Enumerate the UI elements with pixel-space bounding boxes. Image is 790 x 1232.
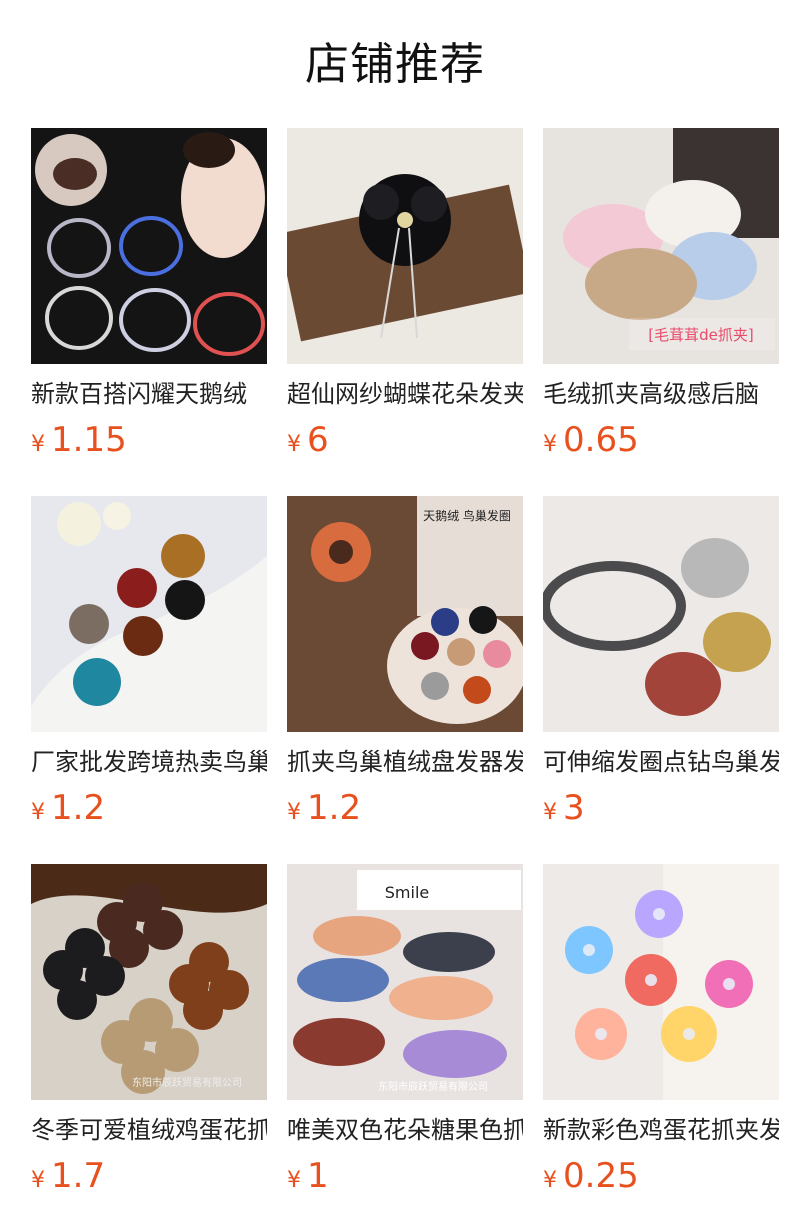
watermark: 东阳市辰跃贸易有限公司 bbox=[378, 1080, 488, 1093]
product-name[interactable]: 可伸缩发圈点钻鸟巢发 bbox=[543, 742, 779, 782]
product-name[interactable]: 新款彩色鸡蛋花抓夹发 bbox=[543, 1110, 779, 1150]
product-photo bbox=[31, 496, 267, 732]
box-brand-text: Smile bbox=[385, 883, 429, 902]
product-card[interactable]: 新款彩色鸡蛋花抓夹发 ¥0.25 bbox=[543, 864, 779, 1196]
product-photo: 天鹅绒 鸟巢发圈 bbox=[287, 496, 523, 732]
product-image[interactable] bbox=[287, 128, 523, 364]
currency-symbol: ¥ bbox=[31, 432, 45, 457]
product-image[interactable] bbox=[543, 864, 779, 1100]
currency-symbol: ¥ bbox=[287, 800, 301, 825]
price-value: 1 bbox=[307, 1156, 329, 1196]
product-image[interactable]: [毛茸茸de抓夹] bbox=[543, 128, 779, 364]
currency-symbol: ¥ bbox=[543, 1168, 557, 1193]
product-card[interactable]: 厂家批发跨境热卖鸟巢 ¥1.2 bbox=[31, 496, 267, 828]
product-name[interactable]: 毛绒抓夹高级感后脑 bbox=[543, 374, 779, 414]
product-name[interactable]: 新款百搭闪耀天鹅绒 bbox=[31, 374, 267, 414]
price-value: 1.15 bbox=[51, 420, 127, 460]
price-value: 0.25 bbox=[563, 1156, 639, 1196]
product-card[interactable]: 新款百搭闪耀天鹅绒 ¥1.15 bbox=[31, 128, 267, 460]
product-image[interactable] bbox=[31, 496, 267, 732]
price-value: 1.2 bbox=[307, 788, 362, 828]
product-card[interactable]: 东阳市辰跃贸易有限公司 冬季可爱植绒鸡蛋花抓 ¥1.7 bbox=[31, 864, 267, 1196]
product-price: ¥1 bbox=[287, 1154, 523, 1198]
product-image[interactable] bbox=[543, 496, 779, 732]
product-image[interactable]: Smile 东阳市辰跃贸易有限公司 bbox=[287, 864, 523, 1100]
product-photo bbox=[543, 864, 779, 1100]
product-name[interactable]: 抓夹鸟巢植绒盘发器发 bbox=[287, 742, 523, 782]
product-price: ¥1.2 bbox=[31, 786, 267, 830]
product-photo bbox=[287, 128, 523, 364]
image-caption: [毛茸茸de抓夹] bbox=[648, 326, 753, 344]
product-name[interactable]: 厂家批发跨境热卖鸟巢 bbox=[31, 742, 267, 782]
product-image[interactable] bbox=[31, 128, 267, 364]
price-value: 3 bbox=[563, 788, 585, 828]
product-price: ¥1.15 bbox=[31, 418, 267, 462]
product-photo: Smile 东阳市辰跃贸易有限公司 bbox=[287, 864, 523, 1100]
product-grid: 新款百搭闪耀天鹅绒 ¥1.15 超仙网纱蝴蝶花朵发夹 ¥6 [毛茸茸de抓夹] … bbox=[0, 0, 790, 1232]
product-card[interactable]: [毛茸茸de抓夹] 毛绒抓夹高级感后脑 ¥0.65 bbox=[543, 128, 779, 460]
product-name[interactable]: 超仙网纱蝴蝶花朵发夹 bbox=[287, 374, 523, 414]
price-value: 6 bbox=[307, 420, 329, 460]
product-photo bbox=[543, 496, 779, 732]
product-card[interactable]: 天鹅绒 鸟巢发圈 抓夹鸟巢植绒盘发器发 ¥1.2 bbox=[287, 496, 523, 828]
product-photo: 东阳市辰跃贸易有限公司 bbox=[31, 864, 267, 1100]
product-card[interactable]: 超仙网纱蝴蝶花朵发夹 ¥6 bbox=[287, 128, 523, 460]
product-image[interactable]: 天鹅绒 鸟巢发圈 bbox=[287, 496, 523, 732]
price-value: 1.2 bbox=[51, 788, 106, 828]
product-card[interactable]: Smile 东阳市辰跃贸易有限公司 唯美双色花朵糖果色抓 ¥1 bbox=[287, 864, 523, 1196]
product-card[interactable]: 可伸缩发圈点钻鸟巢发 ¥3 bbox=[543, 496, 779, 828]
currency-symbol: ¥ bbox=[543, 432, 557, 457]
currency-symbol: ¥ bbox=[287, 432, 301, 457]
product-price: ¥0.25 bbox=[543, 1154, 779, 1198]
product-name[interactable]: 唯美双色花朵糖果色抓 bbox=[287, 1110, 523, 1150]
product-price: ¥3 bbox=[543, 786, 779, 830]
product-price: ¥1.7 bbox=[31, 1154, 267, 1198]
product-price: ¥6 bbox=[287, 418, 523, 462]
product-image[interactable]: 东阳市辰跃贸易有限公司 bbox=[31, 864, 267, 1100]
currency-symbol: ¥ bbox=[31, 1168, 45, 1193]
currency-symbol: ¥ bbox=[31, 800, 45, 825]
product-photo: [毛茸茸de抓夹] bbox=[543, 128, 779, 364]
product-name[interactable]: 冬季可爱植绒鸡蛋花抓 bbox=[31, 1110, 267, 1150]
product-price: ¥1.2 bbox=[287, 786, 523, 830]
currency-symbol: ¥ bbox=[543, 800, 557, 825]
price-value: 1.7 bbox=[51, 1156, 106, 1196]
product-photo bbox=[31, 128, 267, 364]
image-caption: 天鹅绒 鸟巢发圈 bbox=[423, 508, 511, 523]
product-price: ¥0.65 bbox=[543, 418, 779, 462]
currency-symbol: ¥ bbox=[287, 1168, 301, 1193]
price-value: 0.65 bbox=[563, 420, 639, 460]
watermark: 东阳市辰跃贸易有限公司 bbox=[132, 1076, 242, 1089]
